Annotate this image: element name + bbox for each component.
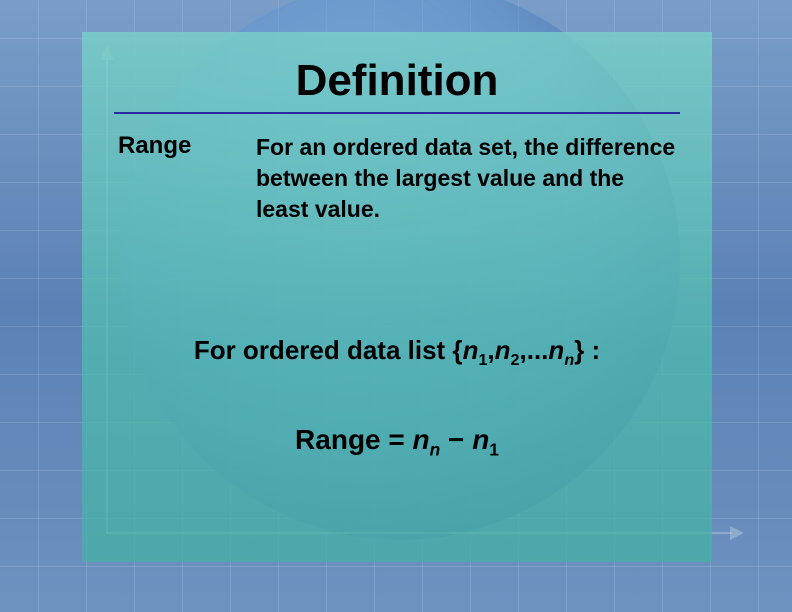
comma-1: , xyxy=(487,335,494,365)
formula-intro-prefix: For ordered data list { xyxy=(194,335,463,365)
formula-intro-suffix: } : xyxy=(574,335,600,365)
var-n2: n xyxy=(495,335,511,365)
title-divider xyxy=(114,112,680,114)
sub-2: 2 xyxy=(511,351,520,369)
minus-sign: − xyxy=(440,424,472,455)
result-n1: n xyxy=(472,424,489,455)
var-n1: n xyxy=(463,335,479,365)
sub-n: n xyxy=(564,351,574,369)
equals-sign: = xyxy=(381,424,413,455)
result-nn: n xyxy=(413,424,430,455)
definition-row: Range For an ordered data set, the diffe… xyxy=(118,132,676,225)
range-label: Range xyxy=(295,424,381,455)
formula-equation: Range = nn − n1 xyxy=(118,424,676,456)
result-sub-n: n xyxy=(430,440,441,460)
definition-description: For an ordered data set, the difference … xyxy=(256,132,676,225)
result-sub-1: 1 xyxy=(489,440,499,460)
definition-panel: Definition Range For an ordered data set… xyxy=(82,32,712,562)
formula-block: For ordered data list {n1,n2,...nn} : Ra… xyxy=(118,335,676,456)
definition-term: Range xyxy=(118,132,228,225)
formula-intro: For ordered data list {n1,n2,...nn} : xyxy=(118,335,676,366)
ellipsis: ,... xyxy=(520,335,549,365)
var-nn: n xyxy=(548,335,564,365)
panel-title: Definition xyxy=(118,56,676,106)
